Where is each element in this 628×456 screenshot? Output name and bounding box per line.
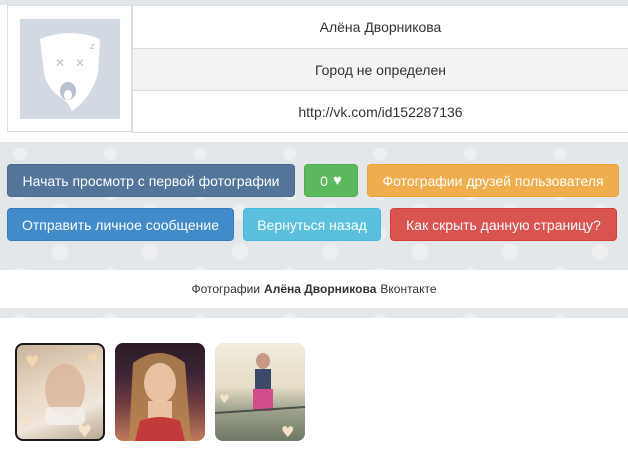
background-strip-caption-bottom [0,308,628,318]
profile-info-table: Алёна Дворникова Город не определен http… [132,5,628,133]
hide-page-button[interactable]: Как скрыть данную страницу? [390,208,617,241]
start-view-label: Начать просмотр с первой фотографии [22,172,280,189]
photo-thumbnail-2[interactable] [115,343,205,441]
caption-prefix: Фотографии [191,282,261,296]
profile-url-link[interactable]: http://vk.com/id152287136 [132,90,628,132]
profile-avatar-frame: ✕ ✕ z [7,5,132,132]
profile-name: Алёна Дворникова [132,6,628,48]
likes-button[interactable]: 0 ♥ [304,164,358,197]
photo-thumbnail-3[interactable]: ♥ ♥ [215,343,305,441]
go-back-button[interactable]: Вернуться назад [243,208,381,241]
svg-text:♥: ♥ [281,423,294,441]
photo-3-image: ♥ ♥ [215,353,305,441]
background-strip-buttons [0,142,628,270]
profile-city: Город не определен [132,48,628,90]
svg-text:♥: ♥ [21,416,32,430]
heart-icon: ♥ [332,172,342,189]
svg-text:♥: ♥ [87,352,99,367]
friends-photos-button[interactable]: Фотографии друзей пользователя [367,164,619,197]
friends-photos-label: Фотографии друзей пользователя [382,172,604,189]
start-view-button[interactable]: Начать просмотр с первой фотографии [7,164,295,197]
svg-text:♥: ♥ [219,392,230,406]
svg-text:z: z [90,42,95,52]
dog-avatar-icon: ✕ ✕ z [20,19,120,119]
photo-1-image: ♥ ♥ ♥ ♥ [21,352,99,441]
go-back-label: Вернуться назад [257,216,367,233]
svg-text:♥: ♥ [25,352,39,371]
svg-text:♥: ♥ [77,422,92,441]
send-message-label: Отправить личное сообщение [21,216,220,233]
send-message-button[interactable]: Отправить личное сообщение [7,208,234,241]
photos-caption: Фотографии Алёна Дворникова Вконтакте [0,270,628,308]
hide-page-label: Как скрыть данную страницу? [406,216,601,233]
caption-suffix: Вконтакте [380,282,437,296]
photo-thumbnail-1[interactable]: ♥ ♥ ♥ ♥ [15,343,105,441]
likes-count: 0 [320,172,328,189]
svg-text:✕: ✕ [55,56,65,70]
svg-text:✕: ✕ [75,56,85,70]
photo-2-image [129,353,191,441]
caption-name: Алёна Дворникова [264,282,377,296]
